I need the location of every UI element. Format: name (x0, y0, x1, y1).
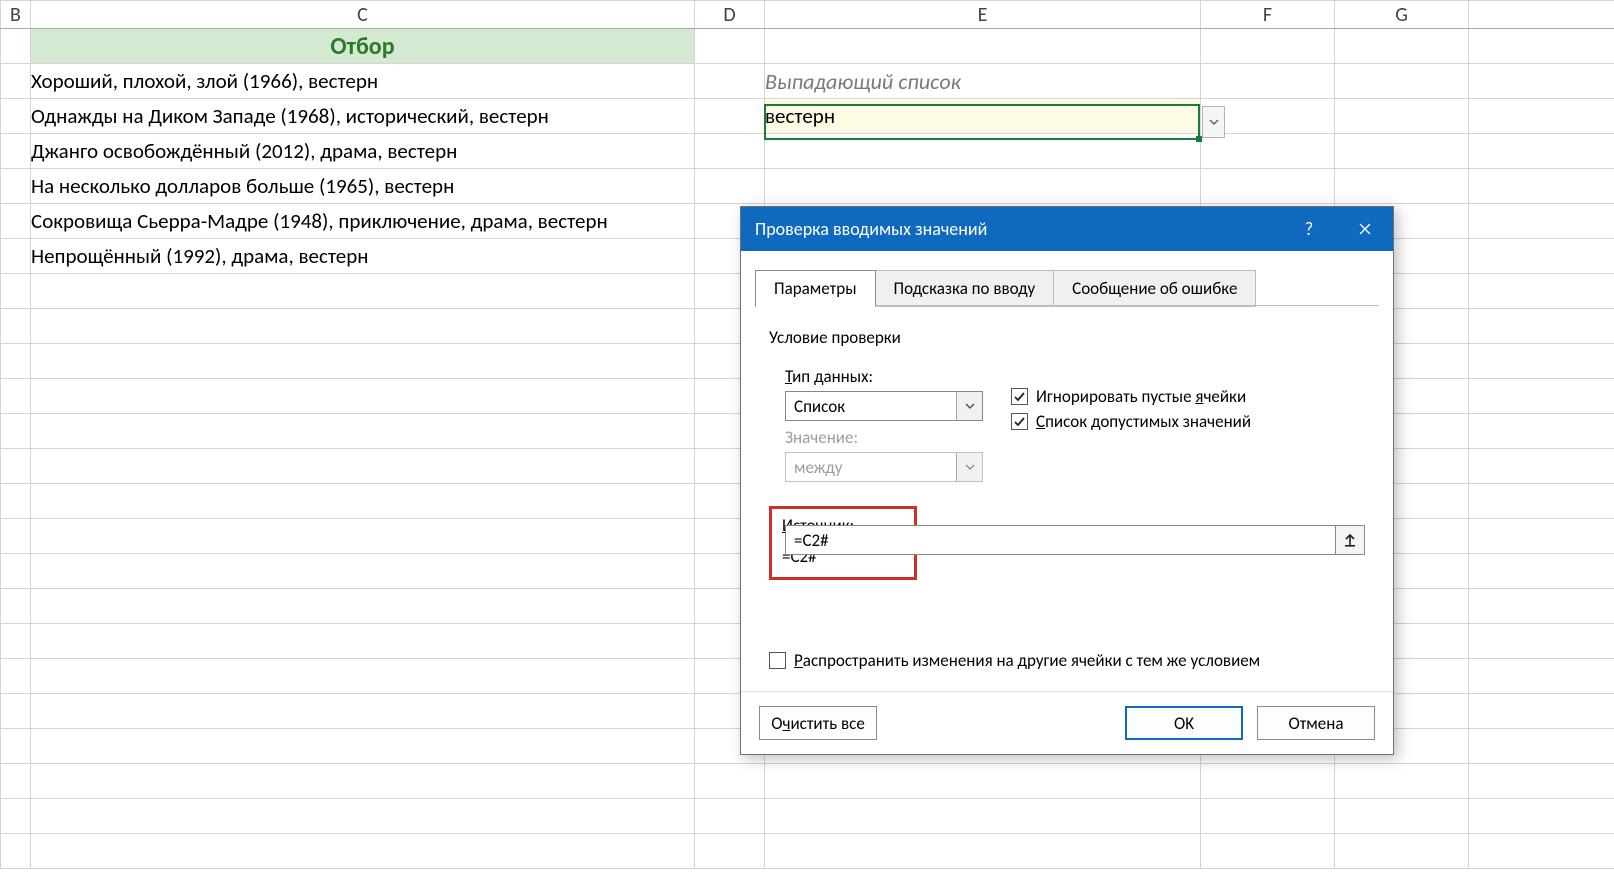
checkbox-icon (1011, 388, 1028, 405)
dialog-title: Проверка вводимых значений (755, 218, 1281, 240)
cell[interactable] (695, 29, 765, 64)
col-header-B[interactable]: B (1, 1, 31, 29)
cell[interactable] (1469, 239, 1614, 274)
cell[interactable] (1469, 64, 1614, 99)
cell[interactable] (1335, 134, 1469, 169)
in-cell-dropdown-checkbox[interactable]: Список допустимых значений (1011, 411, 1365, 432)
col-header-rest[interactable] (1469, 1, 1614, 29)
cell-C4[interactable]: Джанго освобождённый (2012), драма, вест… (31, 134, 695, 169)
apply-to-same-checkbox[interactable]: Распространить изменения на другие ячейк… (769, 650, 1365, 671)
dialog-footer: Очистить все OK Отмена (741, 691, 1393, 754)
cell[interactable] (1201, 29, 1335, 64)
ignore-blank-checkbox[interactable]: Игнорировать пустые ячейки (1011, 386, 1365, 407)
cell[interactable] (765, 134, 1201, 169)
cell[interactable] (1, 64, 31, 99)
cell[interactable] (1335, 99, 1469, 134)
cell[interactable] (695, 134, 765, 169)
cell[interactable] (1335, 64, 1469, 99)
cell[interactable] (1, 134, 31, 169)
dialog-body: Условие проверки Тип данных: Список Зна (741, 307, 1393, 691)
cell[interactable] (1469, 99, 1614, 134)
col-header-E[interactable]: E (765, 1, 1201, 29)
dialog-titlebar[interactable]: Проверка вводимых значений ? (741, 207, 1393, 251)
cell[interactable] (1335, 169, 1469, 204)
data-operator-combo: между (785, 452, 983, 482)
chevron-down-icon (956, 453, 982, 481)
cell-C1-header[interactable]: Отбор (31, 29, 695, 64)
cancel-button[interactable]: Отмена (1257, 706, 1375, 740)
cell-E3-dropdown[interactable]: вестерн (765, 99, 1201, 134)
cell[interactable] (1, 239, 31, 274)
dialog-help-button[interactable]: ? (1281, 207, 1337, 251)
col-header-G[interactable]: G (1335, 1, 1469, 29)
tab-error-alert[interactable]: Сообщение об ошибке (1053, 270, 1256, 307)
clear-all-button[interactable]: Очистить все (759, 706, 877, 740)
tab-input-message[interactable]: Подсказка по вводу (875, 270, 1055, 307)
tab-parameters[interactable]: Параметры (755, 270, 876, 307)
chevron-down-icon (1209, 119, 1219, 125)
cell-C3[interactable]: Однажды на Диком Западе (1968), историче… (31, 99, 695, 134)
cell[interactable] (695, 169, 765, 204)
apply-to-same-label: Распространить изменения на другие ячейк… (794, 650, 1260, 671)
checkbox-icon (1011, 413, 1028, 430)
cell-E2-label[interactable]: Выпадающий список (765, 64, 1201, 99)
cell[interactable] (765, 29, 1201, 64)
cell[interactable] (1469, 204, 1614, 239)
col-header-F[interactable]: F (1201, 1, 1335, 29)
cell[interactable] (1469, 169, 1614, 204)
close-icon (1358, 222, 1372, 236)
collapse-dialog-button[interactable] (1335, 525, 1365, 555)
cell[interactable] (1, 29, 31, 64)
chevron-down-icon (956, 392, 982, 420)
cell[interactable] (1201, 169, 1335, 204)
cell[interactable] (1, 204, 31, 239)
dialog-close-button[interactable] (1337, 207, 1393, 251)
column-headers: B C D E F G (1, 1, 1614, 29)
cell[interactable] (695, 64, 765, 99)
cell[interactable] (1201, 64, 1335, 99)
data-validation-dialog: Проверка вводимых значений ? Параметры П… (740, 206, 1394, 755)
cell[interactable] (1201, 134, 1335, 169)
cell[interactable] (695, 99, 765, 134)
cell-dropdown-button[interactable] (1202, 106, 1225, 138)
allow-type-combo[interactable]: Список (785, 391, 983, 421)
cell[interactable] (1335, 29, 1469, 64)
cell[interactable] (1, 99, 31, 134)
range-selector-icon (1343, 533, 1357, 547)
source-input[interactable] (785, 525, 1336, 555)
cell-C2[interactable]: Хороший, плохой, злой (1966), вестерн (31, 64, 695, 99)
cell-C5[interactable]: На несколько долларов больше (1965), вес… (31, 169, 695, 204)
cell[interactable] (1469, 134, 1614, 169)
validation-criteria-label: Условие проверки (769, 327, 1365, 348)
col-header-C[interactable]: C (31, 1, 695, 29)
col-header-D[interactable]: D (695, 1, 765, 29)
ok-button[interactable]: OK (1125, 706, 1243, 740)
cell[interactable] (765, 169, 1201, 204)
allow-type-value: Список (786, 396, 956, 417)
allow-type-label: Тип данных: (785, 366, 983, 387)
cell[interactable] (1469, 29, 1614, 64)
data-operator-value: между (786, 457, 956, 478)
ignore-blank-label: Игнорировать пустые ячейки (1036, 386, 1246, 407)
cell-C6[interactable]: Сокровища Сьерра-Мадре (1948), приключен… (31, 204, 695, 239)
checkbox-icon (769, 652, 786, 669)
cell-C7[interactable]: Непрощённый (1992), драма, вестерн (31, 239, 695, 274)
dialog-tabs: Параметры Подсказка по вводу Сообщение о… (741, 251, 1393, 306)
data-operator-label: Значение: (785, 427, 983, 448)
in-cell-dropdown-label: Список допустимых значений (1036, 411, 1251, 432)
spreadsheet-view: B C D E F G Отбор Хороший, плохой, (0, 0, 1614, 884)
cell[interactable] (1, 169, 31, 204)
